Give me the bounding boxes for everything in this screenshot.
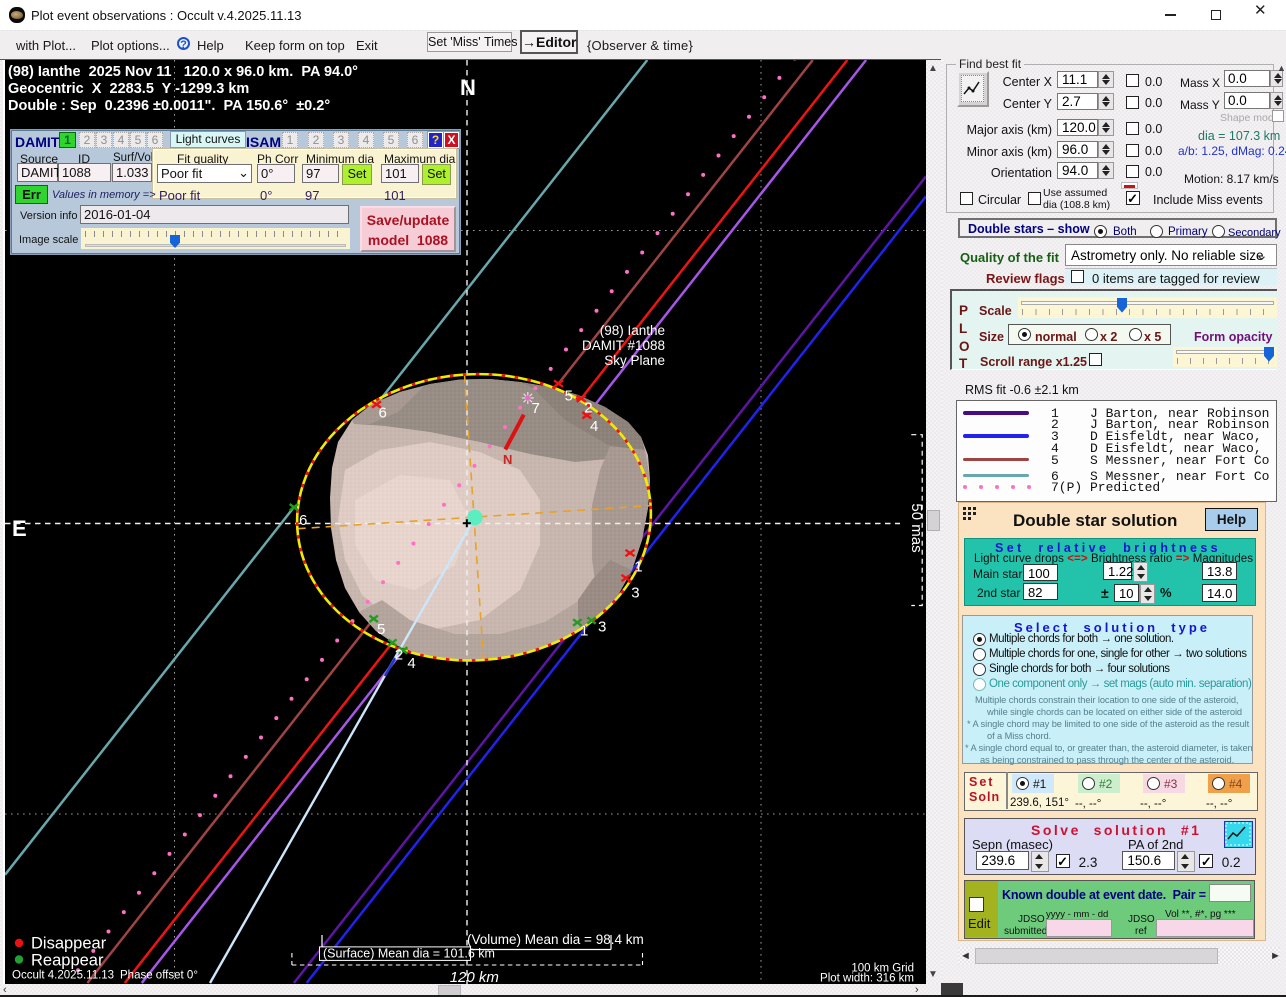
svg-text:2: 2 xyxy=(584,400,592,417)
svg-text:Phase offset 0°: Phase offset 0° xyxy=(120,970,198,982)
svg-text:Double : Sep 0.2396 ±0.0011".: Double : Sep 0.2396 ±0.0011". PA 150.6° … xyxy=(8,98,330,114)
svg-text:Occult 4.2025.11.13: Occult 4.2025.11.13 xyxy=(12,970,114,982)
svg-text:(98) Ianthe 2025 Nov 11 120: (98) Ianthe 2025 Nov 11 120.0 x 96.0 km.… xyxy=(8,64,358,80)
svg-text:2: 2 xyxy=(395,647,403,664)
svg-text:120 km: 120 km xyxy=(450,969,499,984)
svg-text:Plot width: 316 km: Plot width: 316 km xyxy=(820,973,914,985)
svg-text:6: 6 xyxy=(299,512,307,529)
svg-text:50 mas: 50 mas xyxy=(908,503,925,552)
svg-text:E: E xyxy=(12,516,27,541)
svg-text:3: 3 xyxy=(631,584,639,601)
svg-text:5: 5 xyxy=(565,387,573,404)
svg-text:4: 4 xyxy=(407,655,415,672)
svg-text:DAMIT #1088: DAMIT #1088 xyxy=(582,338,665,353)
svg-text:1: 1 xyxy=(634,558,642,575)
svg-text:Geocentric X 2283.5 Y -1299: Geocentric X 2283.5 Y -1299.3 km xyxy=(8,81,249,97)
svg-text:N: N xyxy=(460,75,476,100)
svg-text:(Volume) Mean dia = 98.4 km: (Volume) Mean dia = 98.4 km xyxy=(467,932,644,947)
svg-text:(98) Ianthe: (98) Ianthe xyxy=(600,323,665,338)
svg-text:(Surface) Mean dia = 101.6 km: (Surface) Mean dia = 101.6 km xyxy=(323,947,495,961)
svg-text:Sky Plane: Sky Plane xyxy=(604,353,665,368)
svg-text:6: 6 xyxy=(379,405,387,422)
svg-text:Reappear: Reappear xyxy=(31,952,104,970)
svg-text:7: 7 xyxy=(532,400,540,417)
svg-text:Disappear: Disappear xyxy=(31,935,107,953)
svg-text:5: 5 xyxy=(377,621,385,638)
svg-text:4: 4 xyxy=(590,418,598,435)
svg-text:1: 1 xyxy=(580,623,588,640)
svg-text:3: 3 xyxy=(598,619,606,636)
svg-text:N: N xyxy=(503,452,512,467)
